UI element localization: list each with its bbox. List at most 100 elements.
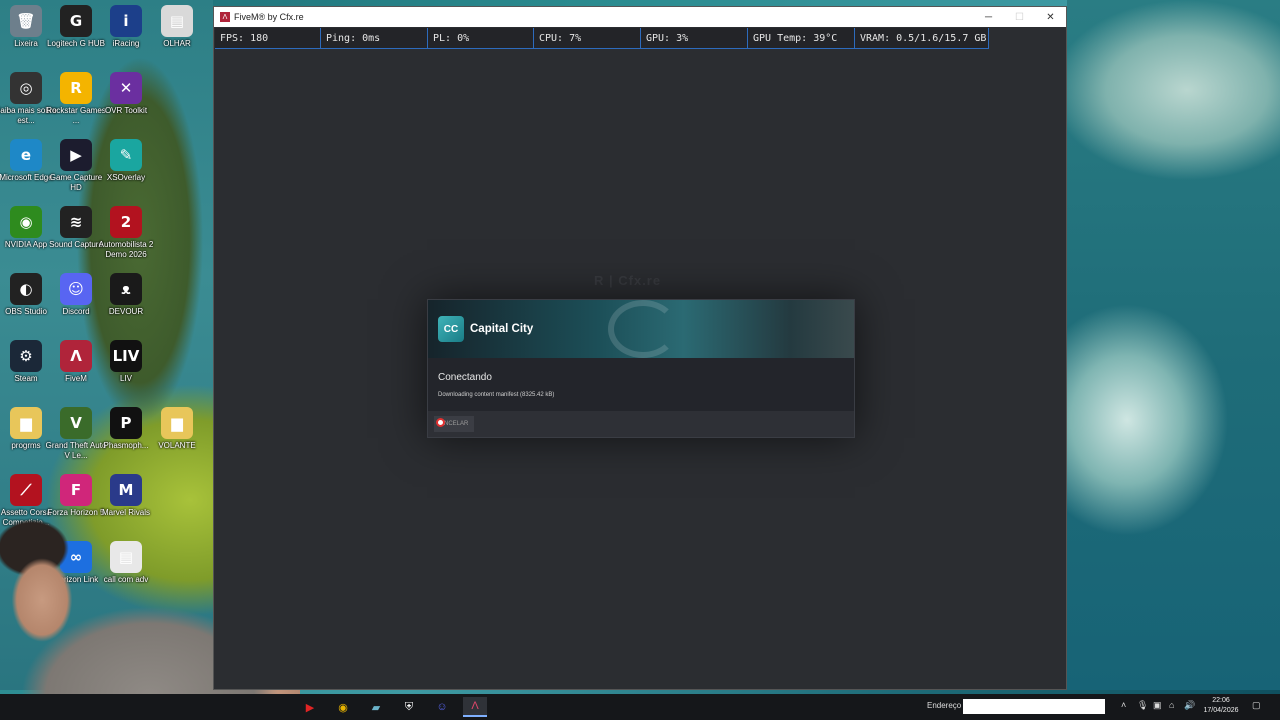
stat-cell: FPS: 180 [215,28,321,49]
taskbar: ▶ ◉ ▰ ⛨ ☺ Λ Endereço ˄ 🎙 ▣ ⌂ 🔊 22:06 17/04/20… [0,694,1280,720]
desktop-wallpaper-right [1067,0,1280,690]
desktop-icon-label: OLHAR [163,39,191,48]
address-input[interactable] [963,699,1105,714]
desktop-icon[interactable]: ◐ OBS Studio [0,273,52,339]
fivem-icon: Λ [60,340,92,372]
dialog-body: Conectando Downloading content manifest … [428,358,854,411]
close-button[interactable]: ✕ [1035,7,1066,27]
server-name: Capital City [470,323,534,335]
phasmophobia-icon: P [110,407,142,439]
dialog-footer: NCELAR [428,411,854,437]
desktop-icon-label: Automobilista 2 Demo 2026 [98,240,154,259]
desktop-icon[interactable]: ◎ Saiba mais sobre est... [0,72,57,138]
forza-icon: F [60,474,92,506]
desktop-icon-label: LIV [119,374,132,383]
stat-cell: Ping: 0ms [321,28,428,49]
desktop-icon-label: OVR Toolkit [104,106,148,115]
stat-cell: PL: 0% [428,28,534,49]
display-icon[interactable]: ▣ [1153,700,1162,711]
desktop-icon-label: XSOverlay [106,173,146,182]
desktop-icon[interactable]: ☺ Discord [50,273,102,339]
desktop-icon[interactable]: ✕ OVR Toolkit [100,72,152,138]
desktop-icon-label: Marvel Rivals [101,508,150,517]
notes-icon[interactable]: ▰ [364,697,388,717]
desktop-icon[interactable]: ▆ progrms [0,407,52,473]
address-label: Endereço [927,701,962,710]
notifications-icon[interactable]: ▢ [1252,700,1261,711]
volume-icon[interactable]: 🔊 [1184,700,1195,711]
network-icon[interactable]: ⌂ [1169,700,1174,710]
automobilista-icon: 2 [110,206,142,238]
chrome-icon[interactable]: ◉ [331,697,355,717]
marvel-rivals-icon: M [110,474,142,506]
desktop-icon[interactable]: G Logitech G HUB [47,5,105,71]
connecting-dialog: CC Capital City Conectando Downloading c… [427,299,855,438]
desktop-icon[interactable]: ≋ Sound Capture [49,206,103,272]
microphone-icon[interactable]: 🎙 [1137,700,1148,711]
iracing-icon: i [110,5,142,37]
stat-cell: GPU Temp: 39°C [748,28,855,49]
youtube-icon[interactable]: ▶ [298,697,322,717]
assetto-corsa-icon: ⟋ [10,474,42,506]
shield-icon[interactable]: ⛨ [397,697,421,717]
clock-date: 17/04/2026 [1203,707,1239,714]
rockstar-icon: R [60,72,92,104]
desktop-icon[interactable]: ◉ NVIDIA App [0,206,52,272]
discord-icon[interactable]: ☺ [430,697,454,717]
logitech-g-icon: G [60,5,92,37]
liv-icon: LIV [110,340,142,372]
server-logo-icon: CC [438,316,464,342]
xsoverlay-icon: ✎ [110,139,142,171]
cancel-label: NCELAR [444,421,469,427]
window-title: FiveM® by Cfx.re [234,12,304,22]
desktop-icon-label: DEVOUR [108,307,144,316]
window-titlebar[interactable]: Λ FiveM® by Cfx.re ─ ☐ ✕ [214,7,1066,27]
desktop-icon[interactable]: ▆ VOLANTE [151,407,203,473]
minimize-button[interactable]: ─ [973,7,1004,27]
desktop-icon[interactable]: 🗑 Lixeira [0,5,52,71]
desktop-icon[interactable]: ✎ XSOverlay [100,139,152,205]
desktop-icon[interactable]: ▤ OLHAR [151,5,203,71]
info-icon: ◎ [10,72,42,104]
edge-icon: e [10,139,42,171]
desktop-icon[interactable]: P Phasmoph... [100,407,152,473]
stat-cell: VRAM: 0.5/1.6/15.7 GB [855,28,989,49]
desktop-icon[interactable]: Λ FiveM [50,340,102,406]
folder-icon: ▆ [10,407,42,439]
stat-cell: GPU: 3% [641,28,748,49]
desktop-icon[interactable]: 2 Automobilista 2 Demo 2026 [99,206,153,272]
window-controls: ─ ☐ ✕ [973,7,1066,27]
desktop-icon[interactable]: ᴥ DEVOUR [100,273,152,339]
desktop-icon[interactable]: LIV LIV [100,340,152,406]
desktop-icon[interactable]: R Rockstar Games ... [46,72,106,138]
cancel-button[interactable]: NCELAR [434,416,475,432]
recycle-bin-icon: 🗑 [10,5,42,37]
gta-v-icon: V [60,407,92,439]
desktop-icon[interactable]: V Grand Theft Auto V Le... [46,407,106,473]
background-logo: R | Cfx.re [594,273,662,288]
server-banner: CC Capital City [428,300,854,358]
desktop-icon[interactable]: ⚙ Steam [0,340,52,406]
fivem-app-icon: Λ [220,12,230,22]
folder-icon: ▆ [161,407,193,439]
fivem-icon[interactable]: Λ [463,697,487,717]
game-capture-icon: ▶ [60,139,92,171]
discord-icon: ☺ [60,273,92,305]
maximize-button[interactable]: ☐ [1004,7,1035,27]
show-hidden-icons-chevron-icon[interactable]: ˄ [1121,700,1126,710]
desktop-icon[interactable]: ▶ Game Capture HD [50,139,102,205]
desktop-icon-label: VOLANTE [158,441,196,450]
fivem-window[interactable]: Λ FiveM® by Cfx.re ─ ☐ ✕ FPS: 180 Ping: 0… [213,6,1067,690]
desktop-icon[interactable]: e Microsoft Edge [0,139,53,205]
steam-icon: ⚙ [10,340,42,372]
devour-icon: ᴥ [110,273,142,305]
stat-cell: CPU: 7% [534,28,641,49]
taskbar-clock[interactable]: 22:06 17/04/2026 [1198,696,1244,716]
performance-stats-bar: FPS: 180 Ping: 0ms PL: 0% CPU: 7% GPU: 3% GPU… [215,28,989,49]
sound-capture-icon: ≋ [60,206,92,238]
desktop-icon[interactable]: i iRacing [100,5,152,71]
nvidia-icon: ◉ [10,206,42,238]
banner-watermark-icon [608,300,678,358]
clock-time: 22:06 [1212,697,1230,704]
text-file-icon: ▤ [161,5,193,37]
